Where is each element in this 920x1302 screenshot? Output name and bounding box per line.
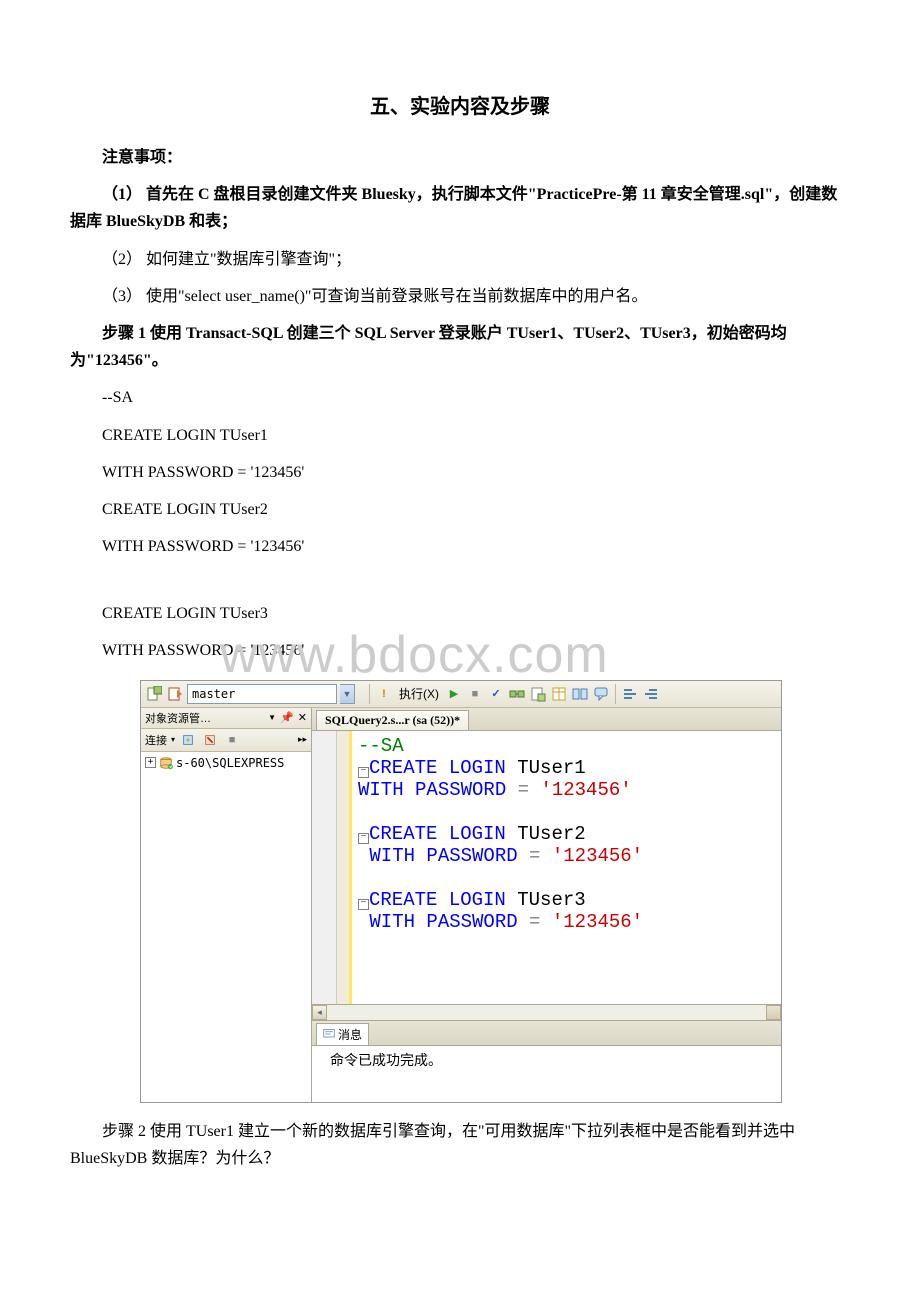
code-editor[interactable]: --SA −CREATE LOGIN TUser1 WITH PASSWORD … [312, 731, 781, 1004]
step-2-text: 步骤 2 使用 TUser1 建立一个新的数据库引擎查询，在"可用数据库"下拉列… [70, 1118, 850, 1172]
scroll-left-icon[interactable]: ◂ [312, 1005, 327, 1020]
change-type-icon[interactable] [166, 685, 184, 703]
code-line: WITH PASSWORD = '123456' [70, 637, 850, 664]
collapse-icon[interactable]: − [358, 833, 369, 844]
code-line: CREATE LOGIN TUser1 [70, 422, 850, 449]
notice-item-3: （3） 使用"select user_name()"可查询当前登录账号在当前数据… [70, 283, 850, 310]
expand-plus-icon[interactable]: + [145, 757, 156, 768]
horizontal-scrollbar[interactable]: ◂ [312, 1004, 781, 1020]
server-name: s-60\SQLEXPRESS [176, 756, 284, 770]
database-selector[interactable]: master [187, 684, 337, 704]
notice-item-1: （1） 首先在 C 盘根目录创建文件夹 Bluesky，执行脚本文件"Pract… [70, 181, 850, 235]
results-pane: 消息 命令已成功完成。 [312, 1020, 781, 1102]
query-editor-pane: SQLQuery2.s...r (sa (52))* --SA −CREATE … [312, 708, 781, 1102]
parse-check-icon[interactable]: ✓ [487, 685, 505, 703]
more-chevron-icon[interactable]: ▸▸ [298, 734, 307, 745]
results-text-icon[interactable] [571, 685, 589, 703]
ssms-screenshot: master ▼ ! 执行(X) ▶ ■ ✓ [140, 680, 782, 1103]
disconnect-icon[interactable] [201, 731, 219, 749]
server-icon [159, 756, 173, 770]
step-1-heading: 步骤 1 使用 Transact-SQL 创建三个 SQL Server 登录账… [70, 320, 850, 374]
object-explorer-pane: 对象资源管… ▼ 📌 ✕ 连接 ▾ ■ [141, 708, 312, 1102]
tree-server-node[interactable]: + s-60\SQLEXPRESS [145, 756, 307, 770]
object-tree: + s-60\SQLEXPRESS [141, 752, 311, 1102]
dropdown-arrow-icon[interactable]: ▼ [268, 713, 276, 722]
ssms-toolbar: master ▼ ! 执行(X) ▶ ■ ✓ [141, 681, 781, 708]
play-icon[interactable]: ▶ [445, 685, 463, 703]
code-line: WITH PASSWORD = '123456' [70, 533, 850, 560]
scroll-thumb[interactable] [766, 1005, 781, 1020]
object-explorer-title: 对象资源管… [145, 710, 211, 726]
close-icon[interactable]: ✕ [298, 711, 307, 724]
code-line: CREATE LOGIN TUser2 [70, 496, 850, 523]
results-grid-icon[interactable] [550, 685, 568, 703]
section-title: 五、实验内容及步骤 [70, 90, 850, 119]
comment-icon[interactable] [592, 685, 610, 703]
estimated-plan-icon[interactable] [508, 685, 526, 703]
stop-small-icon[interactable]: ■ [223, 731, 241, 749]
stop-icon[interactable]: ■ [466, 685, 484, 703]
new-query-icon[interactable] [145, 685, 163, 703]
code-line: --SA [70, 384, 850, 411]
connect-icon[interactable] [179, 731, 197, 749]
outdent-icon[interactable] [642, 685, 660, 703]
code-line: CREATE LOGIN TUser3 [70, 600, 850, 627]
execute-button[interactable]: 执行(X) [396, 685, 442, 702]
message-icon [323, 1028, 335, 1040]
connect-dropdown-icon[interactable]: ▾ [171, 735, 175, 744]
messages-tab[interactable]: 消息 [316, 1023, 369, 1045]
code-line: WITH PASSWORD = '123456' [70, 459, 850, 486]
debug-exclaim-icon[interactable]: ! [375, 685, 393, 703]
collapse-icon[interactable]: − [358, 899, 369, 910]
query-tab[interactable]: SQLQuery2.s...r (sa (52))* [316, 710, 469, 730]
collapse-icon[interactable]: − [358, 767, 369, 778]
notice-label: 注意事项： [70, 144, 850, 171]
indent-icon[interactable] [621, 685, 639, 703]
messages-output: 命令已成功完成。 [312, 1045, 781, 1102]
connect-label[interactable]: 连接 [145, 732, 167, 748]
database-dropdown-icon[interactable]: ▼ [340, 684, 355, 704]
include-plan-icon[interactable] [529, 685, 547, 703]
code-comment: --SA [358, 735, 404, 757]
pin-icon[interactable]: 📌 [280, 711, 294, 724]
notice-item-2: （2） 如何建立"数据库引擎查询"； [70, 246, 850, 273]
